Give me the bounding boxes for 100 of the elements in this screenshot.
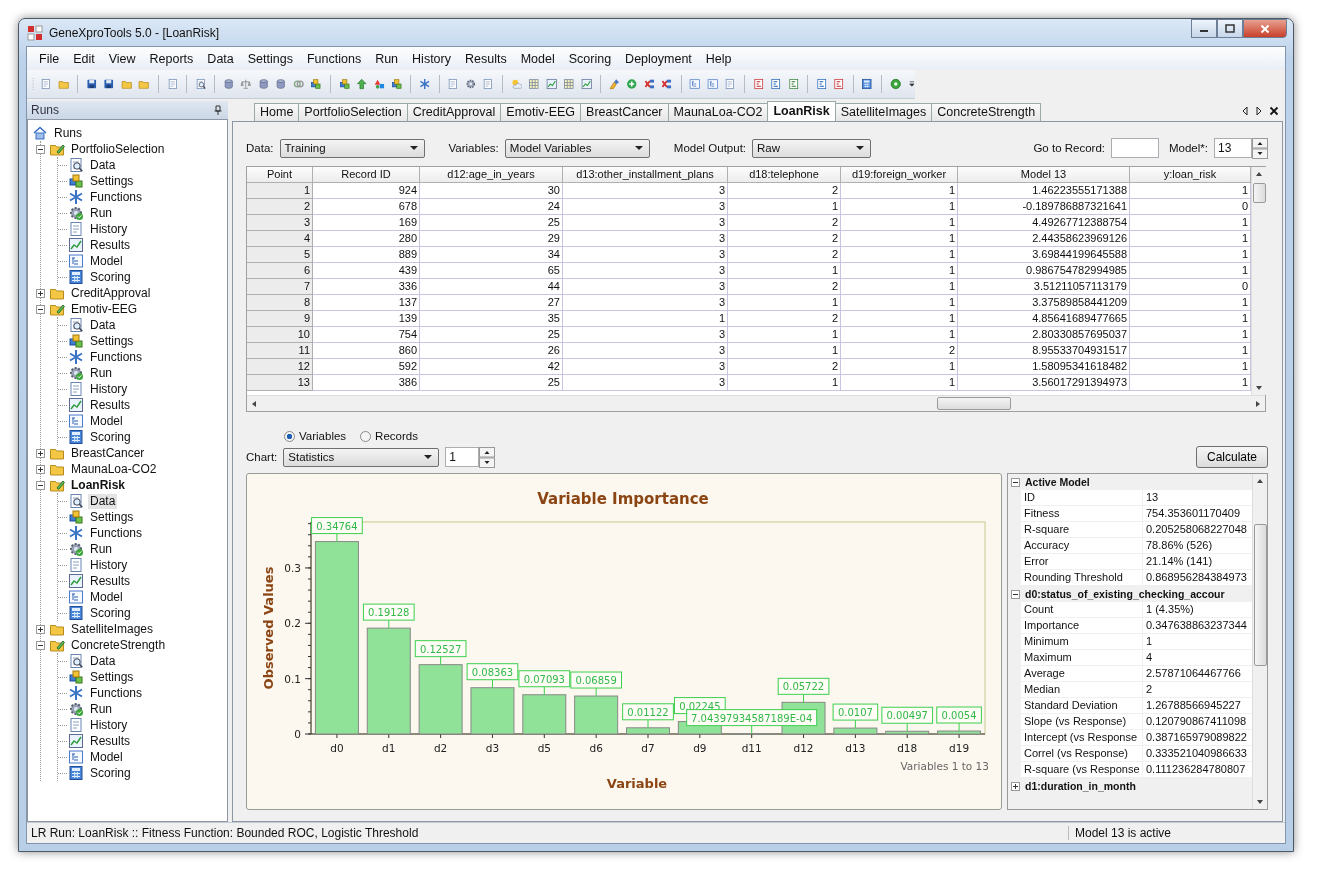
tree-icon[interactable] — [706, 76, 719, 92]
tree-item[interactable]: Data — [88, 493, 118, 509]
expander-icon[interactable] — [1011, 781, 1020, 791]
line-chart-icon[interactable] — [580, 76, 592, 92]
calculate-button[interactable]: Calculate — [1196, 446, 1268, 468]
expander-icon[interactable] — [36, 288, 45, 298]
document-icon[interactable] — [40, 76, 52, 92]
grid-icon[interactable] — [563, 76, 575, 92]
tree-item[interactable]: Scoring — [88, 429, 133, 445]
column-header[interactable]: y:loan_risk — [1130, 167, 1251, 183]
tab[interactable]: SatelliteImages — [834, 103, 933, 121]
document-icon[interactable] — [166, 76, 178, 92]
expander-icon[interactable] — [36, 144, 45, 154]
tree-item[interactable]: Model — [88, 589, 125, 605]
menu-item[interactable]: Data — [200, 51, 241, 66]
search-icon[interactable] — [194, 76, 207, 92]
column-header[interactable]: Record ID — [313, 167, 420, 183]
next-icon[interactable] — [1255, 106, 1263, 116]
overflow-icon[interactable] — [909, 79, 915, 89]
menu-item[interactable]: File — [32, 51, 67, 66]
menu-item[interactable]: Results — [458, 51, 514, 66]
record-input-field[interactable] — [1111, 138, 1159, 158]
menu-item[interactable]: Settings — [240, 51, 300, 66]
model-number-field[interactable]: 13 — [1214, 138, 1252, 158]
code-document-icon[interactable] — [787, 76, 799, 92]
tree-item[interactable]: Results — [88, 397, 132, 413]
expander-icon[interactable] — [1011, 589, 1020, 599]
code-document-icon[interactable] — [752, 76, 764, 92]
document-icon[interactable] — [447, 76, 459, 92]
tree-item[interactable]: Model — [88, 253, 125, 269]
variables-dropdown[interactable]: Model Variables — [504, 138, 650, 158]
close-button[interactable] — [1243, 19, 1287, 38]
cubes-icon[interactable] — [338, 76, 350, 92]
tree-item[interactable]: History — [88, 557, 130, 573]
menu-item[interactable]: Scoring — [561, 51, 619, 66]
menu-item[interactable]: Model — [513, 51, 562, 66]
tree-item[interactable]: Settings — [88, 669, 136, 685]
tree-item[interactable]: LoanRisk — [69, 477, 127, 493]
tree-item[interactable]: Scoring — [88, 605, 133, 621]
expander-icon[interactable] — [36, 480, 45, 490]
tree-item[interactable]: Scoring — [88, 765, 133, 781]
tab[interactable]: MaunaLoa-CO2 — [667, 103, 769, 121]
tree-item[interactable]: Settings — [88, 173, 136, 189]
model-output-dropdown[interactable]: Raw — [752, 138, 872, 158]
menu-item[interactable]: Edit — [66, 51, 102, 66]
tree-item[interactable]: BreastCancer — [69, 445, 147, 461]
menu-item[interactable]: History — [405, 51, 458, 66]
tree-item[interactable]: History — [88, 717, 130, 733]
column-header[interactable]: d18:telephone — [728, 167, 841, 183]
asterisk-icon[interactable] — [419, 76, 431, 92]
menu-item[interactable]: Reports — [142, 51, 201, 66]
tree-item[interactable]: CreditApproval — [69, 285, 153, 301]
maximize-button[interactable] — [1217, 19, 1243, 38]
tab[interactable]: Emotiv-EEG — [500, 103, 582, 121]
tree-item[interactable]: PortfolioSelection — [69, 141, 167, 157]
document-icon[interactable] — [724, 76, 736, 92]
tab[interactable]: LoanRisk — [767, 101, 836, 121]
radio-button[interactable]: Variables — [284, 430, 347, 442]
menu-item[interactable]: Run — [368, 51, 406, 66]
tree-item[interactable]: Results — [88, 237, 132, 253]
tree-item[interactable]: Model — [88, 413, 125, 429]
tree-item[interactable]: Results — [88, 733, 132, 749]
tab[interactable]: Home — [254, 103, 300, 121]
menu-item[interactable]: Functions — [299, 51, 369, 66]
tree-item[interactable]: Run — [88, 701, 114, 717]
expander-icon[interactable] — [36, 304, 45, 314]
tree-icon[interactable] — [689, 76, 701, 92]
tree-item[interactable]: Scoring — [88, 269, 133, 285]
pin-icon[interactable] — [214, 105, 222, 115]
column-header[interactable]: d13:other_installment_plans — [563, 167, 728, 183]
tab[interactable]: ConcreteStrength — [931, 103, 1042, 121]
code-document-icon[interactable] — [815, 76, 828, 92]
tree-item[interactable]: Functions — [88, 349, 145, 365]
plus-icon[interactable] — [626, 76, 638, 92]
close-icon[interactable] — [1269, 106, 1279, 116]
tree-item[interactable]: Run — [88, 205, 114, 221]
tab[interactable]: CreditApproval — [406, 103, 502, 121]
expander-icon[interactable] — [36, 464, 45, 474]
cubes-icon[interactable] — [310, 76, 322, 92]
tab[interactable]: BreastCancer — [580, 103, 669, 121]
menu-item[interactable]: Deployment — [618, 51, 699, 66]
scrollbar-thumb[interactable] — [1253, 524, 1267, 666]
expander-icon[interactable] — [1011, 477, 1020, 487]
code-document-icon[interactable] — [770, 76, 782, 92]
database-icon[interactable] — [257, 76, 270, 92]
data-dropdown[interactable]: Training — [279, 138, 425, 158]
line-chart-icon[interactable] — [545, 76, 557, 92]
tree-item[interactable]: Emotiv-EEG — [69, 301, 139, 317]
tree-item[interactable]: Functions — [88, 525, 145, 541]
document-icon[interactable] — [482, 76, 494, 92]
tree-item[interactable]: Settings — [88, 509, 136, 525]
tree-item[interactable]: Functions — [88, 189, 145, 205]
scrollbar-thumb[interactable] — [937, 397, 1011, 410]
tree-item[interactable]: Results — [88, 573, 132, 589]
tree-item[interactable]: History — [88, 381, 130, 397]
spin-arrows-icon[interactable] — [1252, 137, 1268, 159]
expander-icon[interactable] — [36, 624, 45, 634]
database-icon[interactable] — [222, 76, 235, 92]
help-icon[interactable] — [889, 76, 902, 92]
tree-item[interactable]: Data — [88, 157, 118, 173]
